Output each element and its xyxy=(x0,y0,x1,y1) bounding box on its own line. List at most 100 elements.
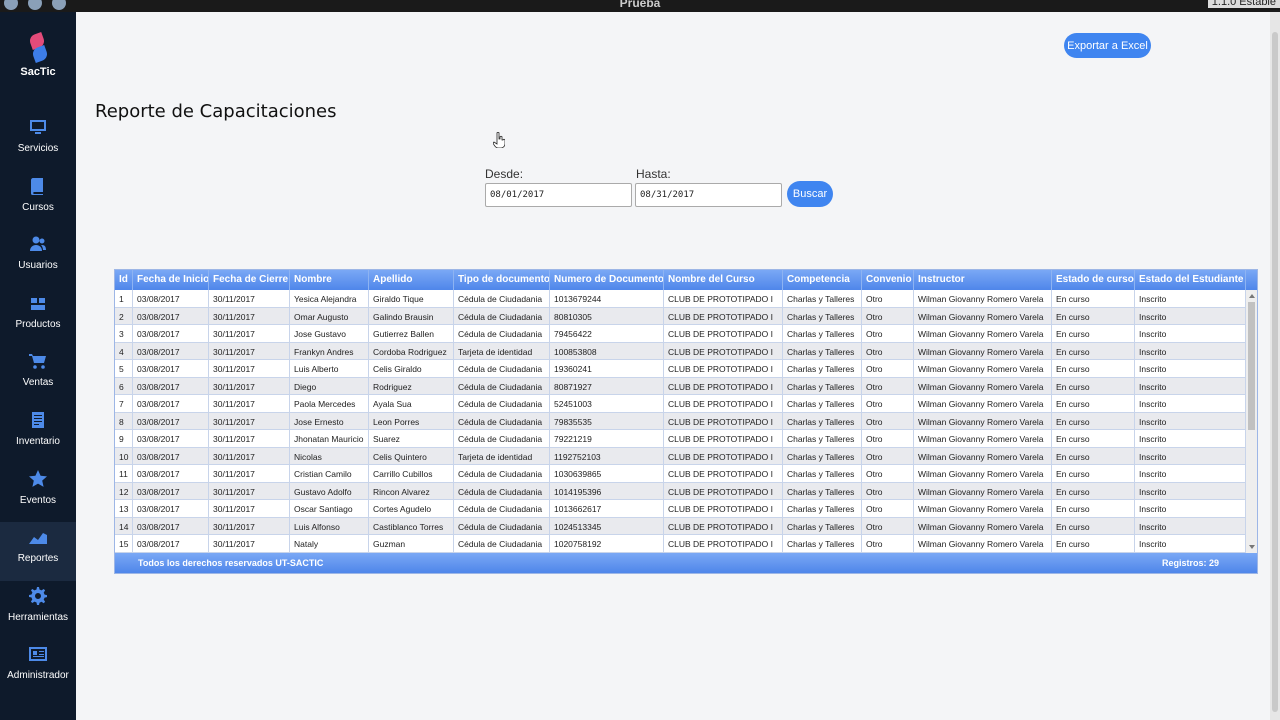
scroll-down-icon[interactable] xyxy=(1249,545,1255,549)
sidebar-item-label: Inventario xyxy=(16,435,60,447)
table-body[interactable]: 1 03/08/2017 30/11/2017 Yesica Alejandra Gir… xyxy=(115,290,1246,553)
brand[interactable]: SacTic xyxy=(0,32,76,78)
table-cell: Oscar Santiago xyxy=(290,500,369,517)
table-row[interactable]: 1 03/08/2017 30/11/2017 Yesica Alejandra Gir… xyxy=(115,290,1246,308)
table-cell: 5 xyxy=(115,360,133,377)
column-header[interactable]: Instructor xyxy=(914,270,1052,290)
sidebar-item-cursos[interactable]: Cursos xyxy=(0,171,76,230)
table-row[interactable]: 5 03/08/2017 30/11/2017 Luis Alberto Celis G… xyxy=(115,360,1246,378)
hand-cursor-icon xyxy=(493,132,505,148)
table-cell: Wilman Giovanny Romero Varela xyxy=(914,465,1052,482)
table-cell: 1013679244 xyxy=(550,290,664,307)
to-label: Hasta: xyxy=(636,167,671,181)
table-cell: En curso xyxy=(1052,395,1135,412)
table-cell: Otro xyxy=(862,325,914,342)
sidebar-item-eventos[interactable]: Eventos xyxy=(0,464,76,523)
table-cell: En curso xyxy=(1052,290,1135,307)
table-cell: 1030639865 xyxy=(550,465,664,482)
table-cell: Inscrito xyxy=(1135,360,1246,377)
table-cell: 30/11/2017 xyxy=(209,290,290,307)
from-date-input[interactable] xyxy=(485,183,632,207)
table-cell: Otro xyxy=(862,482,914,499)
table-cell: Carrillo Cubillos xyxy=(369,465,454,482)
table-cell: CLUB DE PROTOTIPADO I xyxy=(664,342,783,359)
chart-icon xyxy=(29,528,47,546)
table-cell: CLUB DE PROTOTIPADO I xyxy=(664,290,783,307)
column-header[interactable]: Fecha de Inicio xyxy=(133,270,209,290)
column-header[interactable]: Competencia xyxy=(783,270,862,290)
sidebar-item-inventario[interactable]: Inventario xyxy=(0,405,76,464)
table-cell: Wilman Giovanny Romero Varela xyxy=(914,517,1052,534)
table-cell: 03/08/2017 xyxy=(133,307,209,324)
table-row[interactable]: 3 03/08/2017 30/11/2017 Jose Gustavo Gutierr… xyxy=(115,325,1246,343)
sidebar-item-label: Servicios xyxy=(17,143,59,154)
column-header[interactable]: Convenio xyxy=(862,270,914,290)
table-row[interactable]: 6 03/08/2017 30/11/2017 Diego Rodriguez Cédul… xyxy=(115,377,1246,395)
sidebar-item-servicios[interactable]: Servicios xyxy=(0,112,76,171)
table-row[interactable]: 14 03/08/2017 30/11/2017 Luis Alfonso Castib… xyxy=(115,517,1246,535)
sidebar-item-productos[interactable]: Productos xyxy=(0,288,76,347)
table-cell: Otro xyxy=(862,500,914,517)
sidebar-item-ventas[interactable]: Ventas xyxy=(0,346,76,405)
table-cell: Charlas y Talleres xyxy=(783,447,862,464)
table-cell: Wilman Giovanny Romero Varela xyxy=(914,447,1052,464)
column-header[interactable]: Id xyxy=(115,270,133,290)
table-row[interactable]: 9 03/08/2017 30/11/2017 Jhonatan Mauricio Su… xyxy=(115,430,1246,448)
column-header[interactable]: Nombre xyxy=(290,270,369,290)
export-excel-button[interactable]: Exportar a Excel xyxy=(1064,33,1151,58)
scroll-up-icon[interactable] xyxy=(1249,294,1255,298)
sidebar-nav: Servicios Cursos Usuarios Productos Ventas In… xyxy=(0,112,76,698)
table-cell: 2 xyxy=(115,307,133,324)
sidebar-item-usuarios[interactable]: Usuarios xyxy=(0,229,76,288)
table-cell: 3 xyxy=(115,325,133,342)
table-cell: Tarjeta de identidad xyxy=(454,447,550,464)
table-row[interactable]: 15 03/08/2017 30/11/2017 Nataly Guzman Cédula… xyxy=(115,535,1246,553)
table-cell: 03/08/2017 xyxy=(133,430,209,447)
page-scrollbar[interactable] xyxy=(1270,12,1280,720)
table-cell: Charlas y Talleres xyxy=(783,377,862,394)
scroll-thumb[interactable] xyxy=(1248,302,1255,430)
window-title: Prueba xyxy=(619,0,661,10)
column-header[interactable]: Estado del Estudiante xyxy=(1135,270,1246,290)
sidebar-item-herramientas[interactable]: Herramientas xyxy=(0,581,76,640)
table-cell: Nicolas xyxy=(290,447,369,464)
table-cell: Charlas y Talleres xyxy=(783,360,862,377)
sidebar-item-administrador[interactable]: Administrador xyxy=(0,639,76,698)
sidebar-item-reportes[interactable]: Reportes xyxy=(0,522,76,581)
column-header[interactable]: Fecha de Cierre xyxy=(209,270,290,290)
column-header[interactable]: Numero de Documento xyxy=(550,270,664,290)
column-header[interactable]: Apellido xyxy=(369,270,454,290)
table-cell: Inscrito xyxy=(1135,517,1246,534)
from-label: Desde: xyxy=(485,167,524,181)
column-header[interactable]: Tipo de documento xyxy=(454,270,550,290)
table-cell: 30/11/2017 xyxy=(209,535,290,552)
table-cell: En curso xyxy=(1052,535,1135,552)
table-cell: Cédula de Ciudadania xyxy=(454,290,550,307)
to-date-input[interactable] xyxy=(635,183,782,207)
table-row[interactable]: 8 03/08/2017 30/11/2017 Jose Ernesto Leon Po… xyxy=(115,412,1246,430)
page-scroll-thumb[interactable] xyxy=(1272,32,1278,712)
table-cell: 14 xyxy=(115,517,133,534)
search-button[interactable]: Buscar xyxy=(787,181,833,207)
table-row[interactable]: 13 03/08/2017 30/11/2017 Oscar Santiago Cort… xyxy=(115,500,1246,518)
table-cell: CLUB DE PROTOTIPADO I xyxy=(664,500,783,517)
version-label: 1.1.0 Estable xyxy=(1207,0,1280,8)
table-cell: Jose Gustavo xyxy=(290,325,369,342)
table-cell: Cédula de Ciudadania xyxy=(454,377,550,394)
table-row[interactable]: 2 03/08/2017 30/11/2017 Omar Augusto Galindo… xyxy=(115,307,1246,325)
table-cell: 30/11/2017 xyxy=(209,465,290,482)
sidebar-item-label: Eventos xyxy=(19,494,57,506)
column-header[interactable]: Nombre del Curso xyxy=(664,270,783,290)
table-row[interactable]: 11 03/08/2017 30/11/2017 Cristian Camilo Car… xyxy=(115,465,1246,483)
table-row[interactable]: 7 03/08/2017 30/11/2017 Paola Mercedes Ayala… xyxy=(115,395,1246,413)
table-cell: Frankyn Andres xyxy=(290,342,369,359)
table-row[interactable]: 4 03/08/2017 30/11/2017 Frankyn Andres Cordo… xyxy=(115,342,1246,360)
table-scrollbar[interactable] xyxy=(1246,290,1257,553)
table-cell: 03/08/2017 xyxy=(133,482,209,499)
column-header[interactable]: Estado de curso xyxy=(1052,270,1135,290)
table-row[interactable]: 10 03/08/2017 30/11/2017 Nicolas Celis Quint… xyxy=(115,447,1246,465)
table-cell: 9 xyxy=(115,430,133,447)
table-cell: Celis Giraldo xyxy=(369,360,454,377)
table-row[interactable]: 12 03/08/2017 30/11/2017 Gustavo Adolfo Rinc… xyxy=(115,482,1246,500)
table-cell: CLUB DE PROTOTIPADO I xyxy=(664,482,783,499)
